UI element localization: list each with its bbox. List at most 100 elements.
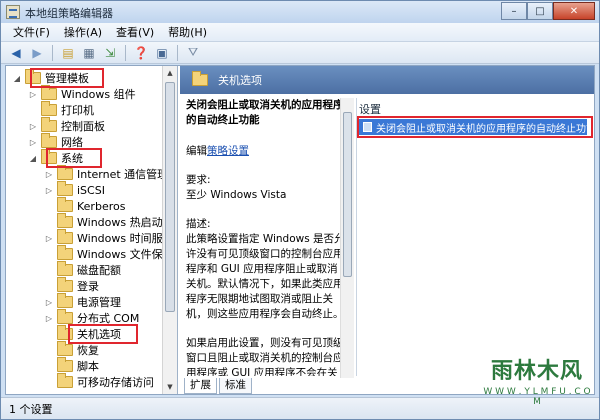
watermark-url: W W W . Y L M F U . C O M [483, 387, 591, 407]
tree-item-label: Internet 通信管理 [77, 168, 169, 181]
description-block-2: 如果启用此设置，则没有可见顶级窗口且阻止或取消关机的控制台应用程序或 GUI 应… [186, 336, 346, 376]
tree-item-label: 磁盘配额 [77, 264, 121, 277]
minimize-button[interactable]: – [501, 2, 527, 20]
settings-column-header[interactable]: 设置 [359, 101, 381, 117]
filter-icon[interactable]: ⛛ [184, 44, 202, 62]
tree-item-power-management[interactable]: ▷ 电源管理 [44, 293, 121, 310]
folder-icon [57, 213, 73, 228]
folder-icon [57, 293, 73, 308]
tree-scrollbar[interactable]: ▲ ▼ [162, 66, 177, 394]
tree-item-label: 登录 [77, 280, 99, 293]
tree-item-label: Kerberos [77, 199, 126, 213]
description-scrollbar[interactable] [340, 98, 354, 378]
app-icon [6, 5, 20, 19]
tree-item-label: Windows 文件保护 [77, 248, 174, 261]
menu-action[interactable]: 操作(A) [58, 24, 110, 40]
expand-icon[interactable]: ▷ [44, 186, 54, 195]
highlight-box [30, 68, 104, 88]
tree-item-printers[interactable]: 打印机 [28, 101, 94, 118]
scroll-up-icon[interactable]: ▲ [163, 66, 177, 80]
back-icon[interactable]: ◀ [7, 44, 25, 62]
window-title: 本地组策略编辑器 [25, 7, 113, 20]
folder-icon [57, 277, 73, 292]
expand-icon[interactable]: ▷ [28, 138, 38, 147]
title-bar[interactable]: 本地组策略编辑器 – □ ✕ [1, 1, 599, 23]
panel-header-title: 关机选项 [218, 74, 262, 87]
menu-help[interactable]: 帮助(H) [162, 24, 215, 40]
window-controls: – □ ✕ [501, 2, 595, 20]
export-list-icon[interactable]: ⇲ [101, 44, 119, 62]
tree-item-label: Windows 组件 [61, 88, 136, 101]
status-text: 1 个设置 [9, 402, 53, 416]
folder-icon [57, 261, 73, 276]
tree-item-label: 恢复 [77, 344, 99, 357]
properties-icon[interactable]: ▣ [153, 44, 171, 62]
tree-item-control-panel[interactable]: ▷ 控制面板 [28, 117, 105, 134]
scrollbar-thumb[interactable] [343, 112, 352, 277]
tree-item-label: Windows 时间服务 [77, 232, 174, 245]
tree-item-scripts[interactable]: 脚本 [44, 357, 99, 374]
tree-item-kerberos[interactable]: Kerberos [44, 197, 126, 214]
tree-item-windows-components[interactable]: ▷ Windows 组件 [28, 85, 136, 102]
tree-item-label: 脚本 [77, 360, 99, 373]
help-icon[interactable]: ❓ [132, 44, 150, 62]
expand-icon[interactable]: ▷ [28, 90, 38, 99]
folder-icon [41, 117, 57, 132]
tree-item-removable-storage[interactable]: 可移动存储访问 [44, 373, 154, 390]
close-button[interactable]: ✕ [553, 2, 595, 20]
folder-icon [57, 309, 73, 324]
description-pane: 关闭会阻止或取消关机的应用程序的自动终止功能 编辑策略设置 要求: 至少 Wind… [186, 98, 346, 376]
policy-title: 关闭会阻止或取消关机的应用程序的自动终止功能 [186, 99, 344, 126]
expand-icon[interactable]: ▷ [44, 234, 54, 243]
expand-icon[interactable]: ▷ [28, 122, 38, 131]
forward-icon[interactable]: ▶ [28, 44, 46, 62]
tree-item-label: 打印机 [61, 104, 94, 117]
description-text: 此策略设置指定 Windows 是否允许没有可见顶级窗口的控制台应用程序和 GU… [186, 233, 345, 320]
collapse-icon[interactable]: ◢ [12, 74, 22, 83]
details-panel: 关机选项 关闭会阻止或取消关机的应用程序的自动终止功能 编辑策略设置 要求: 至少… [180, 66, 594, 394]
app-window: 本地组策略编辑器 – □ ✕ 文件(F) 操作(A) 查看(V) 帮助(H) ◀… [0, 0, 600, 420]
tree-item-internet-comm[interactable]: ▷ Internet 通信管理 [44, 165, 169, 182]
tab-extended[interactable]: 扩展 [184, 378, 217, 394]
scroll-down-icon[interactable]: ▼ [163, 380, 177, 394]
tab-standard[interactable]: 标准 [219, 378, 252, 394]
scrollbar-thumb[interactable] [165, 82, 175, 312]
expand-icon[interactable]: ▷ [44, 170, 54, 179]
tree-item-disk-quota[interactable]: 磁盘配额 [44, 261, 121, 278]
main-area: ◢ 管理模板 ▷ Windows 组件 打印机 ▷ 控制面板 ▷ 网络 ◢ 系统… [5, 65, 595, 395]
requirements-label: 要求: [186, 174, 211, 186]
menu-bar: 文件(F) 操作(A) 查看(V) 帮助(H) [1, 23, 599, 42]
edit-policy-line: 编辑策略设置 [186, 144, 346, 159]
tree-item-iscsi[interactable]: ▷ iSCSI [44, 181, 105, 198]
menu-view[interactable]: 查看(V) [110, 24, 162, 40]
requirements-block: 要求: 至少 Windows Vista [186, 173, 346, 203]
edit-policy-link[interactable]: 策略设置 [207, 145, 249, 157]
maximize-button[interactable]: □ [527, 2, 553, 20]
expand-icon[interactable]: ▷ [44, 298, 54, 307]
folder-icon [57, 181, 73, 196]
show-hide-tree-icon[interactable]: ▦ [80, 44, 98, 62]
watermark-logo: 雨林木风 W W W . Y L M F U . C O M [483, 353, 591, 409]
tree-item-label: iSCSI [77, 183, 105, 197]
folder-icon [41, 101, 57, 116]
tree-item-windows-hotstart[interactable]: Windows 热启动 [44, 213, 163, 230]
highlight-box [46, 148, 102, 168]
watermark-text: 雨林木风 [490, 358, 583, 384]
folder-icon [57, 373, 73, 388]
description-label: 描述: [186, 218, 211, 230]
tree-item-label: 电源管理 [77, 296, 121, 309]
requirements-value: 至少 Windows Vista [186, 189, 287, 201]
menu-file[interactable]: 文件(F) [7, 24, 58, 40]
collapse-icon[interactable]: ◢ [28, 154, 38, 163]
edit-prefix: 编辑 [186, 145, 207, 157]
folder-icon [57, 341, 73, 356]
tree-item-windows-file-protection[interactable]: Windows 文件保护 [44, 245, 174, 262]
tree-item-logon[interactable]: 登录 [44, 277, 99, 294]
toolbar-separator [125, 44, 126, 61]
expand-icon[interactable]: ▷ [44, 314, 54, 323]
panel-header: 关机选项 [180, 66, 594, 94]
up-folder-icon[interactable]: ▤ [59, 44, 77, 62]
tree-item-windows-time[interactable]: ▷ Windows 时间服务 [44, 229, 174, 246]
highlight-box [357, 116, 593, 138]
tree-item-recovery[interactable]: 恢复 [44, 341, 99, 358]
